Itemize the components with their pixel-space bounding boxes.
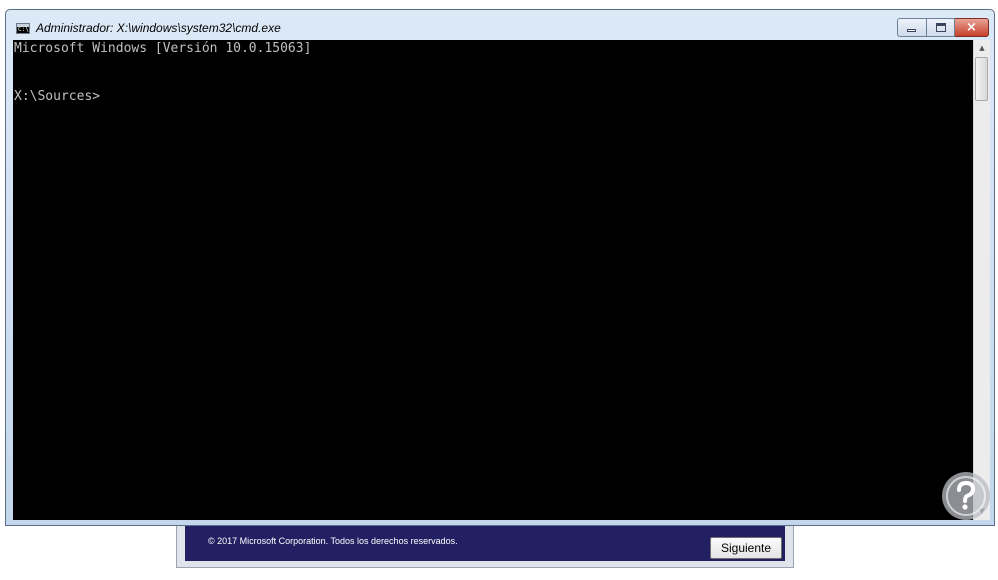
setup-footer: © 2017 Microsoft Corporation. Todos los …	[185, 525, 785, 561]
maximize-button[interactable]	[926, 18, 955, 37]
cmd-icon-glyph: C:\	[18, 26, 29, 33]
scroll-up-arrow-icon[interactable]: ▲	[974, 40, 990, 57]
scroll-thumb[interactable]	[975, 57, 988, 101]
maximize-icon	[936, 23, 946, 32]
cmd-app-icon[interactable]: C:\	[16, 23, 30, 34]
question-mark-logo-icon	[942, 472, 990, 520]
window-title: Administrador: X:\windows\system32\cmd.e…	[36, 21, 281, 35]
setup-copyright-text: © 2017 Microsoft Corporation. Todos los …	[208, 536, 458, 546]
window-controls: ×	[897, 18, 989, 37]
close-button[interactable]: ×	[955, 18, 989, 37]
minimize-button[interactable]	[897, 18, 926, 37]
next-button[interactable]: Siguiente	[710, 537, 782, 559]
vertical-scrollbar[interactable]: ▲ ▼	[973, 40, 990, 520]
close-icon: ×	[966, 20, 977, 35]
console-version-line: Microsoft Windows [Versión 10.0.15063]	[14, 41, 312, 56]
minimize-icon	[907, 29, 916, 32]
title-bar[interactable]: C:\ Administrador: X:\windows\system32\c…	[6, 10, 994, 40]
cmd-window: C:\ Administrador: X:\windows\system32\c…	[5, 9, 995, 526]
console-output[interactable]: Microsoft Windows [Versión 10.0.15063] X…	[13, 40, 973, 520]
console-prompt-line: X:\Sources>	[14, 89, 101, 104]
